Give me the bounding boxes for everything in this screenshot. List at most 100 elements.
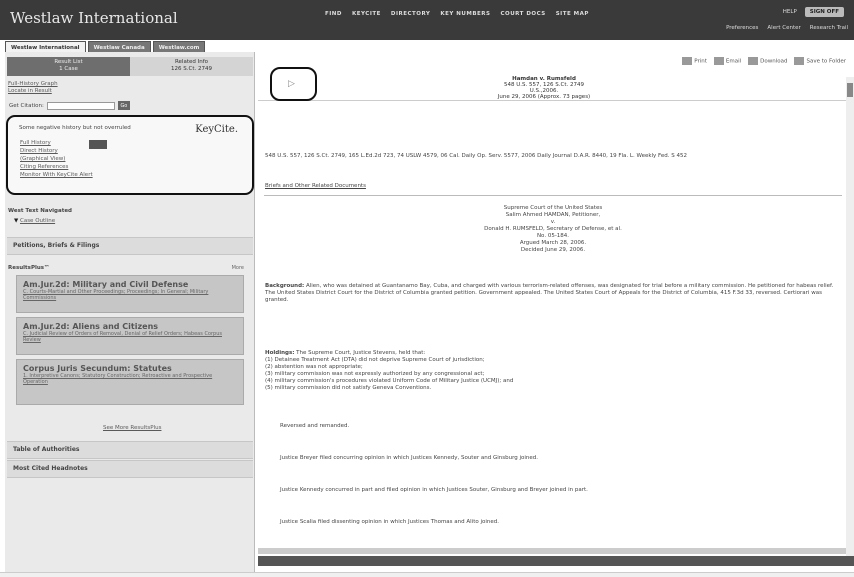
resultsplus-item-desc[interactable]: C. Judicial Review of Orders of Removal,… [23,331,237,343]
resultsplus-item[interactable]: Corpus Juris Secundum: Statutes 1. Inter… [16,359,244,405]
print-button[interactable]: Print [682,57,707,65]
background-text: Alien, who was detained at Guantanamo Ba… [265,283,834,303]
keycite-box: Some negative history but not overruled … [6,115,254,195]
table-of-authorities-panel[interactable]: Table of Authorities [7,441,253,459]
resultsplus-title: ResultsPlus™ [8,265,50,271]
print-label: Print [694,58,707,65]
email-button[interactable]: Email [713,57,742,65]
nav-court-docs[interactable]: COURT DOCS [501,11,546,17]
left-sidebar: Result List 1 Case Related Info 126 S.Ct… [5,52,255,572]
case-outline-link[interactable]: Case Outline [20,218,55,224]
resultsplus-more[interactable]: More [232,265,244,271]
party2: Donald H. RUMSFELD, Secretary of Defense… [484,226,622,232]
resultsplus-item-title: Corpus Juris Secundum: Statutes [23,364,172,373]
holding-item: (3) military commission was not expressl… [265,371,485,377]
citing-references-link[interactable]: Citing References [20,163,93,171]
holdings-block: Holdings: The Supreme Court, Justice Ste… [265,350,845,392]
get-citation-input[interactable] [46,101,115,110]
citation-line: 548 U.S. 557, 126 S.Ct. 2749, 165 L.Ed.2… [265,153,688,159]
full-history-graph-link[interactable]: Full-History Graph [8,81,58,88]
email-label: Email [725,58,742,65]
top-right-subnav: Preferences Alert Center Research Trail [726,25,848,31]
resultsplus-item[interactable]: Am.Jur.2d: Military and Civil Defense C.… [16,275,244,313]
alert-center-link[interactable]: Alert Center [767,25,800,31]
tab-result-list-label: Result List [54,59,83,65]
status-bar [258,556,854,566]
email-icon [713,57,724,65]
briefs-related-documents-link[interactable]: Briefs and Other Related Documents [265,183,366,190]
resultsplus-item-desc[interactable]: C. Courts-Martial and Other Proceedings;… [23,289,237,301]
monitor-keycite-alert-link[interactable]: Monitor With KeyCite Alert [20,171,93,179]
preferences-link[interactable]: Preferences [726,25,758,31]
see-more-resultsplus-link[interactable]: See More ResultsPlus [103,425,161,431]
nav-find[interactable]: FIND [325,11,342,17]
versus: v. [550,219,556,225]
horizontal-scrollbar[interactable] [258,548,846,554]
nav-keycite[interactable]: KEYCITE [352,11,381,17]
folder-icon [794,57,805,65]
save-to-folder-button[interactable]: Save to Folder [794,57,846,65]
document-header: ▷ Hamdan v. Rumsfeld 548 U.S. 557, 126 S… [258,52,854,101]
get-citation-label: Get Citation: [9,102,44,109]
background-label: Background: [265,283,305,289]
tab-related-info-sub: 126 S.Ct. 2749 [171,66,212,72]
scroll-thumb[interactable] [847,83,853,97]
case-outline-row: ▼ Case Outline [14,218,55,224]
case-title-block: Hamdan v. Rumsfeld 548 U.S. 557, 126 S.C… [464,76,624,100]
nav-arrow-button[interactable]: ▷ [270,67,317,101]
decided-date: Decided June 29, 2006. [520,247,586,253]
opinion-note: Justice Kennedy concurred in part and fi… [280,487,588,493]
play-arrow-icon: ▷ [288,79,295,89]
petitions-briefs-panel[interactable]: Petitions, Briefs & Filings [7,237,253,255]
nav-site-map[interactable]: SITE MAP [556,11,589,17]
disposition: Reversed and remanded. [280,423,350,429]
research-trail-link[interactable]: Research Trail [810,25,848,31]
holdings-label: Holdings: [265,350,295,356]
go-button[interactable]: Go [117,101,130,110]
keycite-status-message[interactable]: Some negative history but not overruled [19,125,131,131]
resultsplus-item[interactable]: Am.Jur.2d: Aliens and Citizens C. Judici… [16,317,244,355]
small-links: Full-History Graph Locate in Result [8,81,58,95]
download-button[interactable]: Download [748,57,787,65]
holding-item: (2) abstention was not appropriate; [265,364,363,370]
opinion-note: Justice Scalia filed dissenting opinion … [280,519,499,525]
background-paragraph: Background: Alien, who was detained at G… [265,283,845,304]
holding-item: (5) military commission did not satisfy … [265,385,432,391]
graphical-view-link[interactable]: (Graphical View) [20,155,93,163]
nav-directory[interactable]: DIRECTORY [391,11,431,17]
document-pane: ▷ Hamdan v. Rumsfeld 548 U.S. 557, 126 S… [258,52,854,572]
signoff-button[interactable]: SIGN OFF [804,7,844,17]
vertical-scrollbar[interactable] [846,77,854,565]
nav-key-numbers[interactable]: KEY NUMBERS [440,11,490,17]
left-tabs: Result List 1 Case Related Info 126 S.Ct… [7,57,253,76]
opinion-note: Justice Breyer filed concurring opinion … [280,455,539,461]
graphical-view-icon[interactable] [89,140,107,149]
holding-item: (4) military commission's procedures vio… [265,378,514,384]
help-link[interactable]: HELP [783,9,797,15]
get-citation-row: Get Citation: Go [9,101,130,110]
resultsplus-item-desc[interactable]: 1. Interpretive Canons; Statutory Constr… [23,373,237,385]
holdings-intro: The Supreme Court, Justice Stevens, held… [296,350,426,356]
divider [264,195,842,196]
brand-logo[interactable]: Westlaw International [10,9,178,27]
argued-date: Argued March 28, 2006. [519,240,587,246]
tab-result-list-sub: 1 Case [59,66,78,72]
case-caption: Supreme Court of the United States Salim… [403,205,703,254]
resultsplus-item-title: Am.Jur.2d: Military and Civil Defense [23,280,189,289]
resultsplus-item-title: Am.Jur.2d: Aliens and Citizens [23,322,159,331]
top-right-nav: HELP SIGN OFF [783,7,844,17]
direct-history-link[interactable]: Direct History [20,147,93,155]
keycite-links: Full History Direct History (Graphical V… [20,139,93,179]
tab-related-info[interactable]: Related Info 126 S.Ct. 2749 [130,57,253,76]
most-cited-headnotes-panel[interactable]: Most Cited Headnotes [7,460,253,478]
locate-in-result-link[interactable]: Locate in Result [8,88,58,95]
full-history-link[interactable]: Full History [20,139,93,147]
save-to-folder-label: Save to Folder [806,58,846,65]
case-date: June 29, 2006 (Approx. 73 pages) [497,94,591,100]
party1: Salim Ahmed HAMDAN, Petitioner, [505,212,601,218]
tab-related-info-label: Related Info [174,59,209,65]
top-bar: Westlaw International FIND KEYCITE DIREC… [0,0,854,40]
tab-result-list[interactable]: Result List 1 Case [7,57,130,76]
top-nav: FIND KEYCITE DIRECTORY KEY NUMBERS COURT… [325,11,589,17]
document-tools: Print Email Download Save to Folder [682,57,846,65]
